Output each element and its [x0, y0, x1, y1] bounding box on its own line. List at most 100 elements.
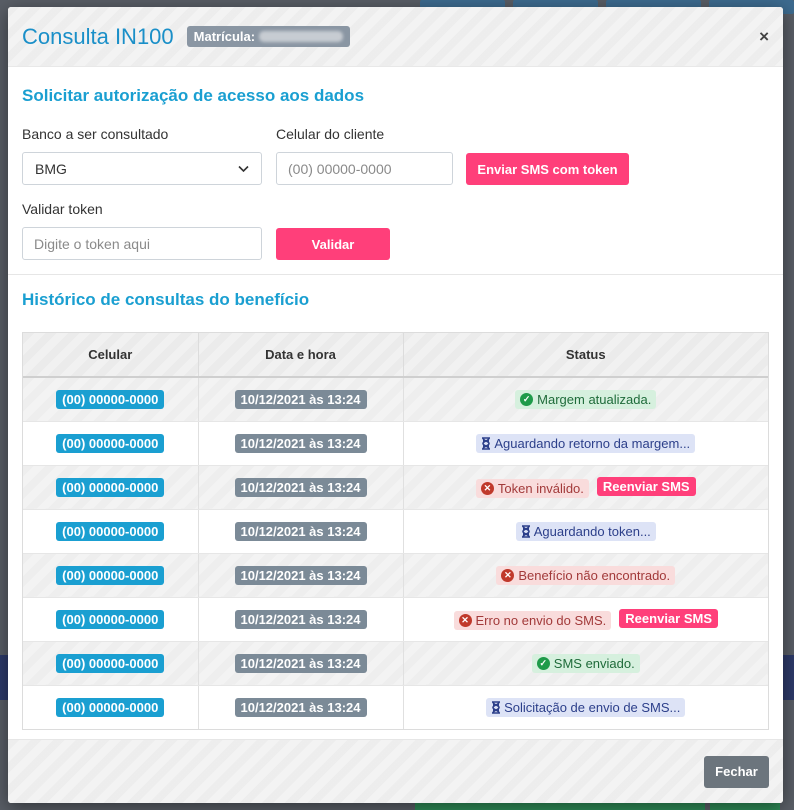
resend-sms-button[interactable]: Reenviar SMS [596, 476, 696, 496]
datetime-cell: 10/12/2021 às 13:24 [198, 641, 404, 686]
consulta-modal: Consulta IN100 Matrícula: × Solicitar au… [8, 7, 783, 803]
status-badge: Solicitação de envio de SMS... [486, 697, 686, 717]
table-row: (00) 00000-0000 10/12/2021 às 13:24 ✕ Erro … [23, 597, 768, 642]
auth-section-title: Solicitar autorização de acesso aos dado… [22, 86, 365, 105]
table-row: (00) 00000-0000 10/12/2021 às 13:24 ✓ Marge… [23, 377, 768, 422]
status-badge: Aguardando token... [515, 521, 656, 541]
phone-label: Celular do cliente [276, 126, 385, 142]
backdrop-panel [0, 655, 8, 700]
bank-field-group: Banco a ser consultado BMG [22, 126, 262, 185]
status-text: Benefício não encontrado. [518, 567, 671, 583]
status-cell: ✓ Margem atualizada. [403, 377, 768, 422]
history-section: Histórico de consultas do benefício Celu… [8, 275, 783, 730]
x-circle-icon: ✕ [501, 568, 515, 582]
table-row: (00) 00000-0000 10/12/2021 às 13:24 Solici… [23, 685, 768, 729]
status-badge: ✕ Benefício não encontrado. [496, 565, 676, 585]
column-header-status: Status [403, 333, 768, 378]
hourglass-icon [491, 700, 501, 714]
phone-badge: (00) 00000-0000 [56, 653, 165, 673]
history-table-wrapper: Celular Data e hora Status (00) 00000-00… [22, 332, 769, 730]
modal-header: Consulta IN100 Matrícula: × [8, 7, 783, 67]
status-badge: ✕ Erro no envio do SMS. [453, 610, 612, 630]
status-cell: Solicitação de envio de SMS... [403, 685, 768, 729]
bank-select-value: BMG [35, 160, 67, 177]
status-cell: Aguardando token... [403, 509, 768, 554]
check-circle-icon: ✓ [536, 656, 550, 670]
token-field-group: Validar token Digite o token aqui [22, 201, 262, 260]
status-badge: ✓ Margem atualizada. [515, 389, 657, 409]
validate-button[interactable]: Validar [276, 228, 390, 260]
backdrop-panel [783, 655, 794, 700]
datetime-cell: 10/12/2021 às 13:24 [198, 597, 404, 642]
datetime-badge: 10/12/2021 às 13:24 [234, 565, 367, 585]
matricula-redacted-value [259, 31, 344, 42]
datetime-badge: 10/12/2021 às 13:24 [234, 389, 367, 409]
bank-select[interactable]: BMG [22, 152, 262, 185]
phone-cell: (00) 00000-0000 [23, 597, 199, 642]
matricula-badge: Matrícula: [186, 26, 351, 47]
token-label: Validar token [22, 201, 103, 217]
phone-badge: (00) 00000-0000 [56, 609, 165, 629]
hourglass-icon [481, 436, 491, 450]
auth-section: Solicitar autorização de acesso aos dado… [8, 67, 783, 275]
status-cell: Aguardando retorno da margem... [403, 421, 768, 466]
status-cell: ✕ Erro no envio do SMS. Reenviar SMS [403, 597, 768, 642]
chevron-down-icon [238, 162, 249, 176]
token-input[interactable]: Digite o token aqui [22, 227, 262, 260]
x-circle-icon: ✕ [458, 613, 472, 627]
phone-cell: (00) 00000-0000 [23, 553, 199, 598]
phone-cell: (00) 00000-0000 [23, 685, 199, 729]
datetime-cell: 10/12/2021 às 13:24 [198, 421, 404, 466]
x-circle-icon: ✕ [480, 481, 494, 495]
close-button[interactable]: Fechar [704, 755, 769, 788]
column-header-datetime: Data e hora [198, 333, 404, 378]
matricula-label: Matrícula: [193, 29, 256, 44]
phone-badge: (00) 00000-0000 [56, 389, 165, 409]
phone-input[interactable]: (00) 00000-0000 [276, 152, 453, 185]
datetime-badge: 10/12/2021 às 13:24 [234, 697, 367, 717]
send-sms-button[interactable]: Enviar SMS com token [466, 153, 629, 185]
column-header-phone: Celular [23, 333, 199, 378]
close-icon[interactable]: × [759, 27, 769, 47]
status-text: SMS enviado. [553, 655, 635, 671]
status-text: Erro no envio do SMS. [475, 612, 607, 628]
phone-badge: (00) 00000-0000 [56, 565, 165, 585]
table-row: (00) 00000-0000 10/12/2021 às 13:24 Aguard… [23, 509, 768, 554]
datetime-cell: 10/12/2021 às 13:24 [198, 685, 404, 729]
hourglass-icon [521, 524, 531, 538]
phone-badge: (00) 00000-0000 [56, 433, 165, 453]
check-circle-icon: ✓ [520, 392, 534, 406]
datetime-cell: 10/12/2021 às 13:24 [198, 509, 404, 554]
status-badge: ✓ SMS enviado. [531, 653, 640, 673]
phone-cell: (00) 00000-0000 [23, 509, 199, 554]
phone-cell: (00) 00000-0000 [23, 465, 199, 510]
history-section-title: Histórico de consultas do benefício [22, 290, 310, 309]
datetime-badge: 10/12/2021 às 13:24 [234, 477, 367, 497]
table-row: (00) 00000-0000 10/12/2021 às 13:24 Aguard… [23, 421, 768, 466]
datetime-cell: 10/12/2021 às 13:24 [198, 377, 404, 422]
phone-cell: (00) 00000-0000 [23, 421, 199, 466]
bank-label: Banco a ser consultado [22, 126, 169, 142]
status-text: Aguardando retorno da margem... [494, 435, 691, 451]
phone-cell: (00) 00000-0000 [23, 377, 199, 422]
status-cell: ✕ Benefício não encontrado. [403, 553, 768, 598]
datetime-badge: 10/12/2021 às 13:24 [234, 433, 367, 453]
modal-footer: Fechar [8, 739, 783, 803]
resend-sms-button[interactable]: Reenviar SMS [619, 608, 718, 628]
table-row: (00) 00000-0000 10/12/2021 às 13:24 ✕ Token… [23, 465, 768, 510]
history-table: Celular Data e hora Status (00) 00000-00… [23, 333, 768, 729]
auth-row-2: Validar token Digite o token aqui Valida… [22, 201, 769, 260]
auth-row-1: Banco a ser consultado BMG Celular do cl… [22, 126, 769, 185]
datetime-badge: 10/12/2021 às 13:24 [234, 521, 367, 541]
phone-badge: (00) 00000-0000 [56, 521, 165, 541]
status-cell: ✓ SMS enviado. [403, 641, 768, 686]
status-cell: ✕ Token inválido. Reenviar SMS [403, 465, 768, 510]
datetime-badge: 10/12/2021 às 13:24 [234, 653, 367, 673]
status-text: Aguardando token... [533, 523, 651, 539]
datetime-cell: 10/12/2021 às 13:24 [198, 553, 404, 598]
table-row: (00) 00000-0000 10/12/2021 às 13:24 ✓ SMS e… [23, 641, 768, 686]
status-text: Solicitação de envio de SMS... [504, 699, 681, 715]
phone-badge: (00) 00000-0000 [56, 697, 165, 717]
datetime-cell: 10/12/2021 às 13:24 [198, 465, 404, 510]
phone-cell: (00) 00000-0000 [23, 641, 199, 686]
